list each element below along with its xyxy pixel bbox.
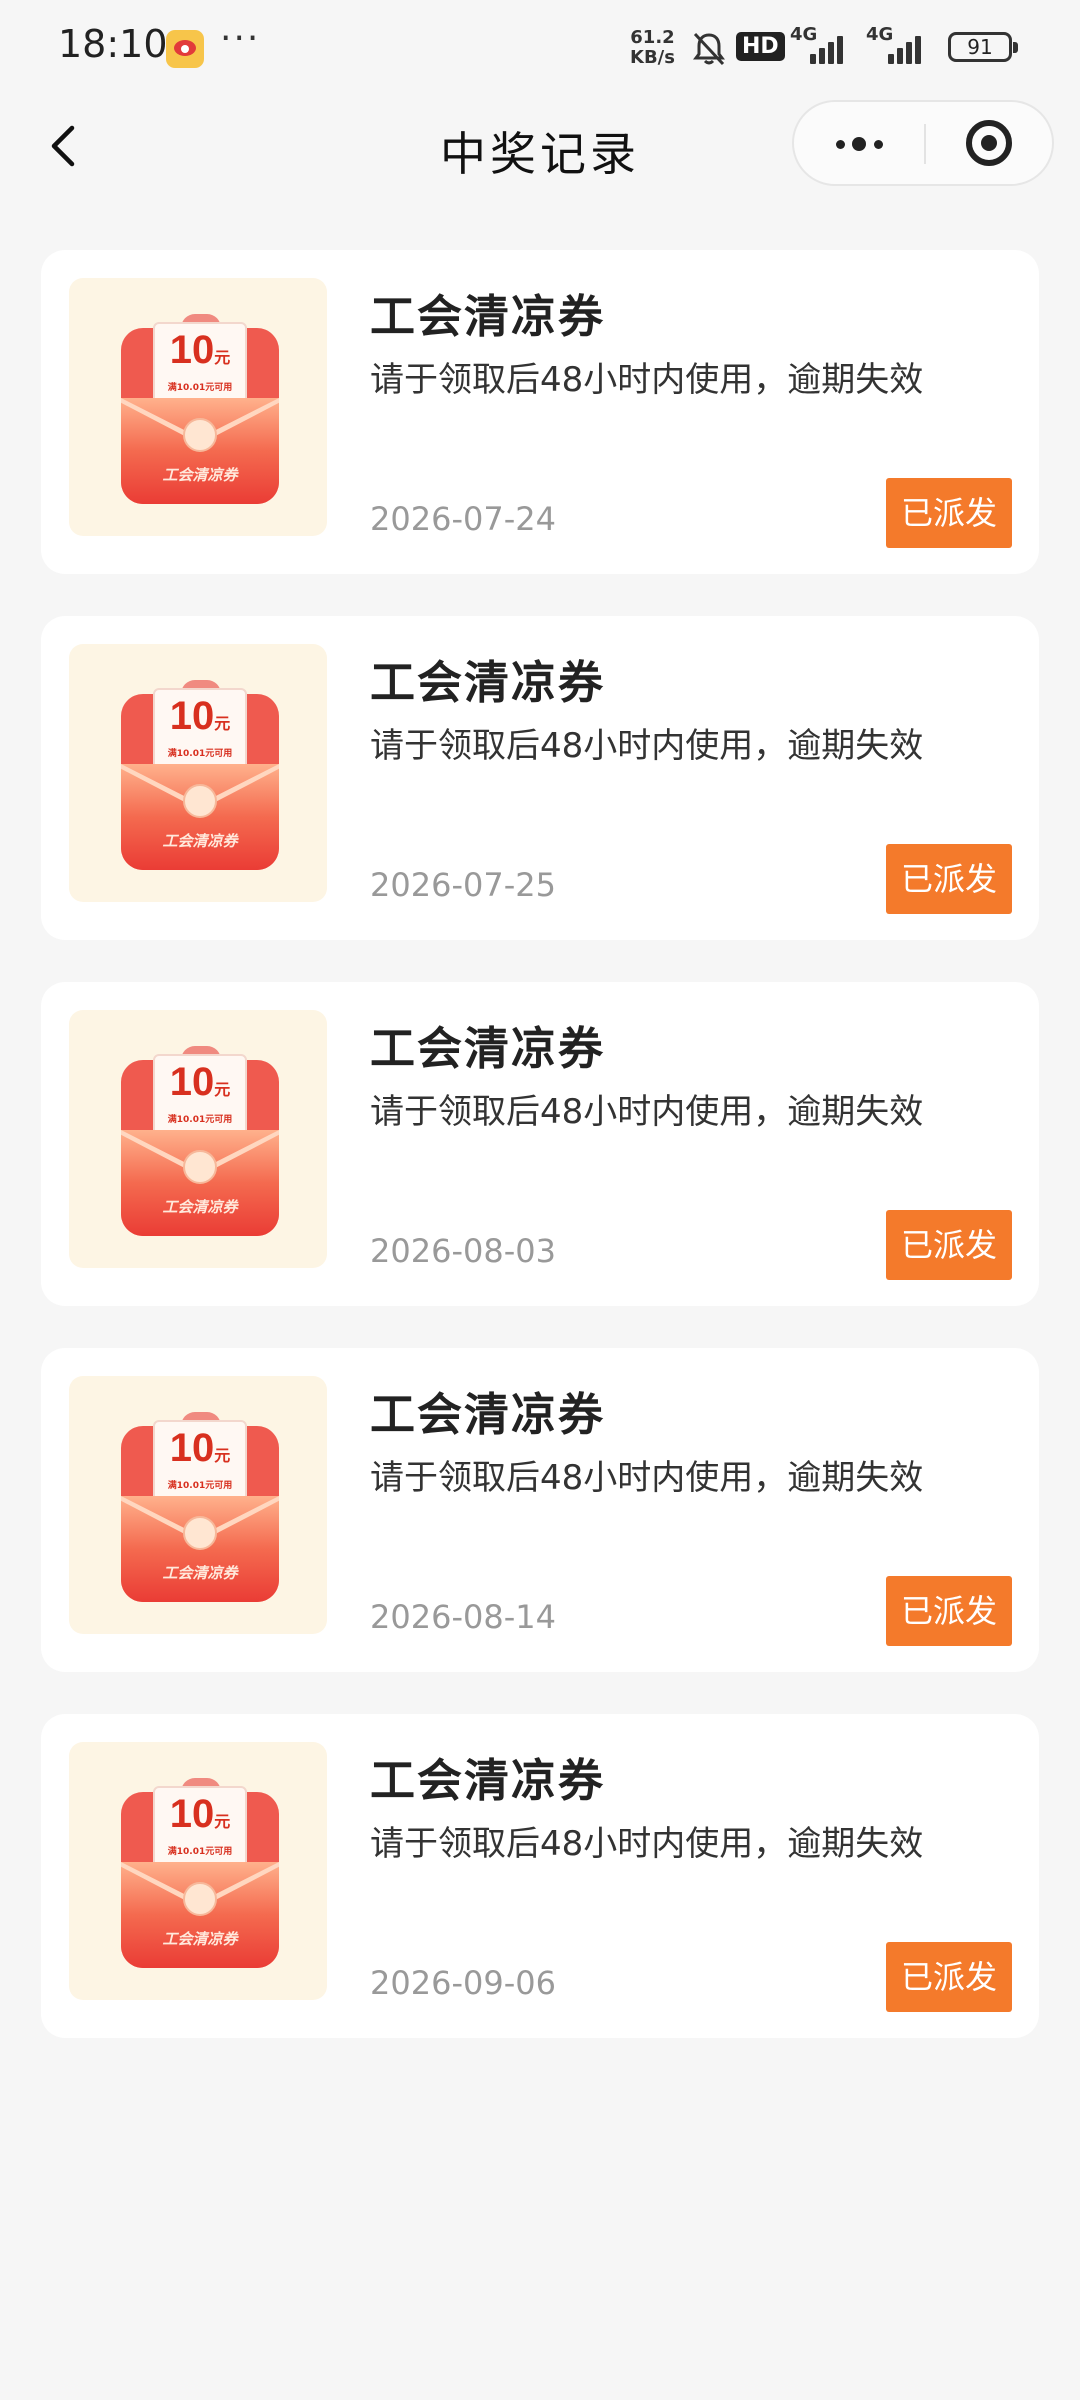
record-card[interactable]: 10元 满10.01元可用 工会清凉券 工会清凉券 请于领取后48小时内使用，逾… — [41, 616, 1039, 940]
record-description: 请于领取后48小时内使用，逾期失效 — [370, 1092, 924, 1132]
coupon-amount: 10 — [169, 1060, 215, 1104]
coupon-condition: 满10.01元可用 — [167, 1115, 233, 1125]
coupon-unit: 元 — [214, 350, 231, 367]
coupon-condition: 满10.01元可用 — [167, 383, 233, 393]
record-card[interactable]: 10元 满10.01元可用 工会清凉券 工会清凉券 请于领取后48小时内使用，逾… — [41, 1348, 1039, 1672]
record-title: 工会清凉券 — [370, 656, 606, 709]
status-dispatched-button[interactable]: 已派发 — [886, 844, 1012, 914]
coupon-amount: 10 — [169, 1792, 215, 1836]
network-type-1: 4G — [790, 24, 818, 45]
coupon-unit: 元 — [214, 1082, 231, 1099]
record-card[interactable]: 10元 满10.01元可用 工会清凉券 工会清凉券 请于领取后48小时内使用，逾… — [41, 1714, 1039, 2038]
record-title: 工会清凉券 — [370, 1754, 606, 1807]
record-description: 请于领取后48小时内使用，逾期失效 — [370, 1458, 924, 1498]
record-date: 2026-08-14 — [370, 1598, 556, 1636]
hd-voice-icon: HD — [736, 32, 785, 61]
record-title: 工会清凉券 — [370, 1022, 606, 1075]
red-envelope-icon: 10元 满10.01元可用 工会清凉券 — [121, 1046, 279, 1236]
red-envelope-icon: 10元 满10.01元可用 工会清凉券 — [121, 314, 279, 504]
record-date: 2026-07-25 — [370, 866, 556, 904]
record-title: 工会清凉券 — [370, 1388, 606, 1441]
status-dispatched-button[interactable]: 已派发 — [886, 478, 1012, 548]
coupon-condition: 满10.01元可用 — [167, 1481, 233, 1491]
network-speed: 61.2 KB/s — [630, 28, 675, 68]
red-envelope-icon: 10元 满10.01元可用 工会清凉券 — [121, 680, 279, 870]
coupon-thumbnail: 10元 满10.01元可用 工会清凉券 — [69, 1010, 327, 1268]
record-date: 2026-08-03 — [370, 1232, 556, 1270]
status-dispatched-button[interactable]: 已派发 — [886, 1210, 1012, 1280]
nav-bar: 中奖记录 — [0, 96, 1080, 196]
coupon-brand: 工会清凉券 — [162, 832, 238, 850]
coupon-brand: 工会清凉券 — [162, 1198, 238, 1216]
coupon-condition: 满10.01元可用 — [167, 749, 233, 759]
signal-icon: 4G — [790, 24, 850, 64]
signal-icon-2: 4G — [866, 24, 932, 64]
record-date: 2026-07-24 — [370, 500, 556, 538]
coupon-thumbnail: 10元 满10.01元可用 工会清凉券 — [69, 1742, 327, 2000]
status-dispatched-button[interactable]: 已派发 — [886, 1576, 1012, 1646]
status-more-icon: ··· — [220, 18, 261, 59]
record-description: 请于领取后48小时内使用，逾期失效 — [370, 726, 924, 766]
coupon-thumbnail: 10元 满10.01元可用 工会清凉券 — [69, 1376, 327, 1634]
record-date: 2026-09-06 — [370, 1964, 556, 2002]
bell-muted-icon — [693, 32, 725, 66]
record-card[interactable]: 10元 满10.01元可用 工会清凉券 工会清凉券 请于领取后48小时内使用，逾… — [41, 250, 1039, 574]
record-title: 工会清凉券 — [370, 290, 606, 343]
coupon-brand: 工会清凉券 — [162, 1930, 238, 1948]
status-bar: 18:10 ··· 61.2 KB/s HD 4G 4G 91 — [0, 0, 1080, 96]
coupon-thumbnail: 10元 满10.01元可用 工会清凉券 — [69, 644, 327, 902]
coupon-unit: 元 — [214, 1814, 231, 1831]
network-speed-value: 61.2 — [630, 27, 675, 48]
record-description: 请于领取后48小时内使用，逾期失效 — [370, 360, 924, 400]
coupon-amount: 10 — [169, 694, 215, 738]
network-speed-unit: KB/s — [630, 47, 675, 68]
weibo-icon — [166, 30, 204, 68]
coupon-condition: 满10.01元可用 — [167, 1847, 233, 1857]
red-envelope-icon: 10元 满10.01元可用 工会清凉券 — [121, 1778, 279, 1968]
red-envelope-icon: 10元 满10.01元可用 工会清凉券 — [121, 1412, 279, 1602]
record-description: 请于领取后48小时内使用，逾期失效 — [370, 1824, 924, 1864]
coupon-unit: 元 — [214, 1448, 231, 1465]
coupon-thumbnail: 10元 满10.01元可用 工会清凉券 — [69, 278, 327, 536]
more-options-button[interactable] — [794, 102, 924, 184]
status-dispatched-button[interactable]: 已派发 — [886, 1942, 1012, 2012]
coupon-amount: 10 — [169, 328, 215, 372]
record-card[interactable]: 10元 满10.01元可用 工会清凉券 工会清凉券 请于领取后48小时内使用，逾… — [41, 982, 1039, 1306]
prize-record-list: 10元 满10.01元可用 工会清凉券 工会清凉券 请于领取后48小时内使用，逾… — [41, 250, 1039, 2080]
coupon-brand: 工会清凉券 — [162, 1564, 238, 1582]
miniapp-capsule — [792, 100, 1054, 186]
close-miniapp-button[interactable] — [926, 102, 1054, 184]
coupon-amount: 10 — [169, 1426, 215, 1470]
coupon-unit: 元 — [214, 716, 231, 733]
coupon-brand: 工会清凉券 — [162, 466, 238, 484]
network-type-2: 4G — [866, 24, 894, 45]
status-time: 18:10 — [58, 22, 168, 66]
battery-icon: 91 — [948, 32, 1018, 62]
